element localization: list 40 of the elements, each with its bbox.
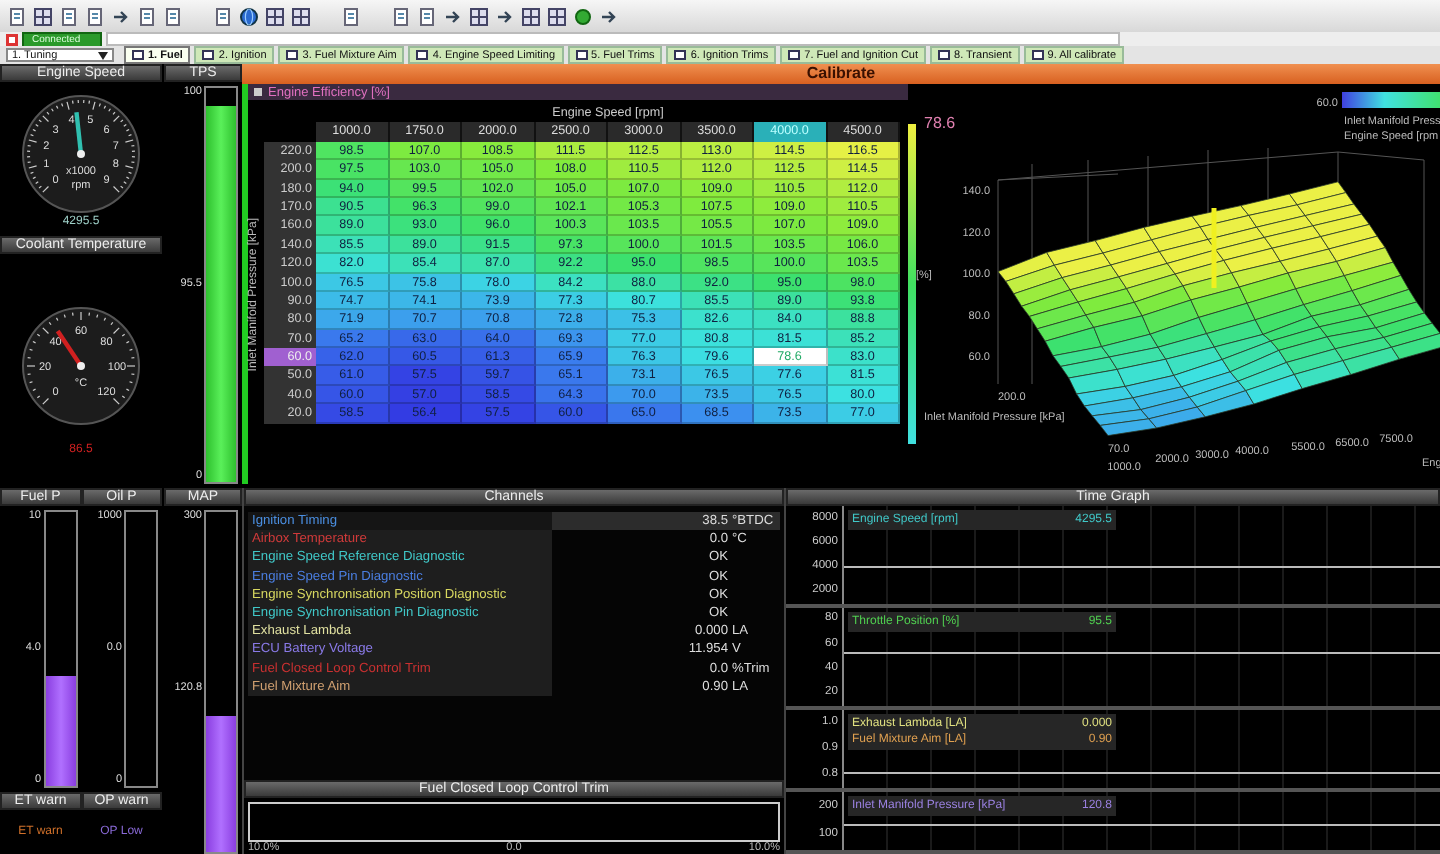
arrow-icon[interactable] bbox=[496, 7, 514, 25]
path-field[interactable] bbox=[106, 32, 1120, 46]
arrow-icon[interactable] bbox=[444, 7, 462, 25]
caret-icon bbox=[98, 51, 108, 59]
arrow-icon[interactable] bbox=[600, 7, 618, 25]
document-icon[interactable] bbox=[60, 7, 78, 25]
window-icon bbox=[575, 50, 588, 60]
grid-icon[interactable] bbox=[292, 7, 310, 25]
cursor-line bbox=[1211, 208, 1217, 288]
square-icon bbox=[254, 88, 262, 96]
window-icon bbox=[938, 50, 951, 60]
grid-icon[interactable] bbox=[266, 7, 284, 25]
grid-icon[interactable] bbox=[548, 7, 566, 25]
document-icon[interactable] bbox=[418, 7, 436, 25]
document-icon[interactable] bbox=[164, 7, 182, 25]
grid-icon[interactable] bbox=[470, 7, 488, 25]
document-icon[interactable] bbox=[214, 7, 232, 25]
gauge-dial bbox=[22, 307, 140, 425]
document-icon[interactable] bbox=[8, 7, 26, 25]
panel-title: Calibrate bbox=[242, 64, 1440, 84]
window-icon bbox=[788, 50, 801, 60]
gauge-dial bbox=[22, 95, 140, 213]
window-icon bbox=[674, 50, 687, 60]
window-icon bbox=[132, 50, 144, 60]
color-scale bbox=[1342, 92, 1440, 108]
window-icon bbox=[286, 50, 299, 60]
globe-icon[interactable] bbox=[240, 7, 258, 25]
arrow-icon[interactable] bbox=[112, 7, 130, 25]
window-icon bbox=[1031, 50, 1044, 60]
document-icon[interactable] bbox=[138, 7, 156, 25]
circle-icon[interactable] bbox=[574, 7, 592, 25]
grid-icon[interactable] bbox=[522, 7, 540, 25]
window-icon bbox=[202, 50, 215, 60]
grid-icon[interactable] bbox=[34, 7, 52, 25]
document-icon[interactable] bbox=[392, 7, 410, 25]
document-icon[interactable] bbox=[342, 7, 360, 25]
flag-icon bbox=[6, 33, 18, 45]
cursor-value: 78.6 bbox=[924, 114, 956, 132]
window-icon bbox=[416, 50, 429, 60]
document-icon[interactable] bbox=[86, 7, 104, 25]
